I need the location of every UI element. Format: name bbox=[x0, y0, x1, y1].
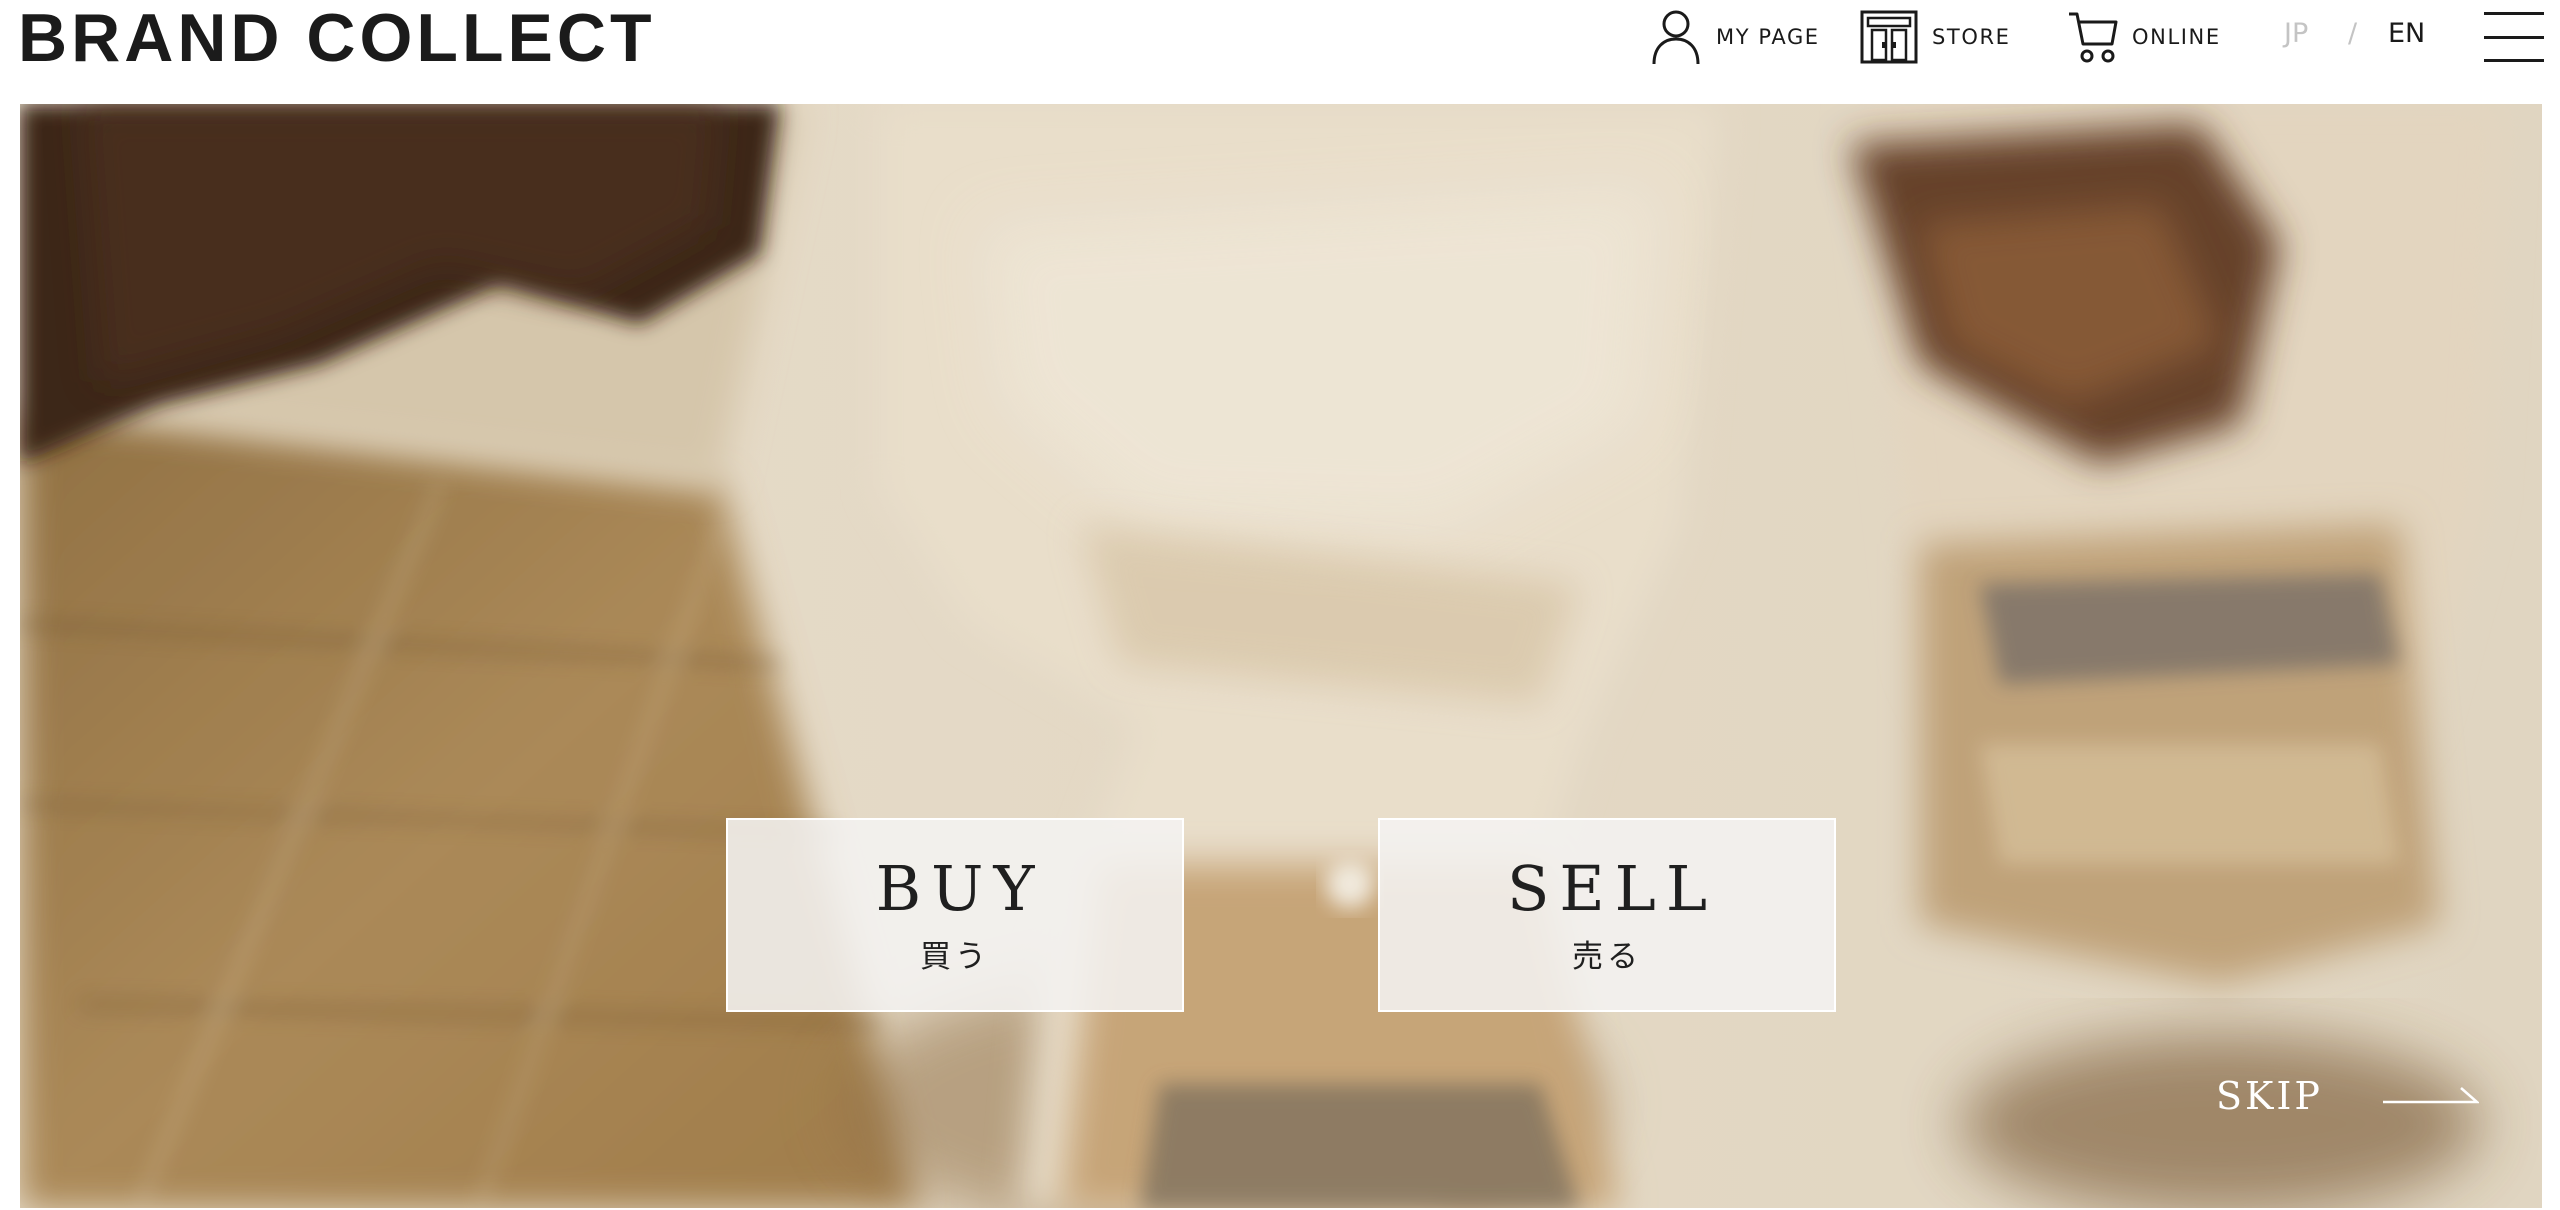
skip-button[interactable]: SKIP bbox=[2216, 1066, 2481, 1126]
user-icon bbox=[1650, 9, 1702, 65]
lang-en[interactable]: EN bbox=[2388, 20, 2425, 47]
nav-online[interactable]: ONLINE bbox=[2068, 6, 2221, 68]
hero-background-image bbox=[20, 104, 2542, 1210]
hero-video: BUY 買う SELL 売る SKIP bbox=[20, 104, 2542, 1210]
nav-store-label: STORE bbox=[1932, 25, 2011, 49]
buy-button-label: BUY bbox=[875, 851, 1045, 925]
lang-jp[interactable]: JP bbox=[2284, 20, 2308, 47]
sell-button[interactable]: SELL 売る bbox=[1378, 818, 1836, 1012]
nav-store[interactable]: STORE bbox=[1860, 6, 2011, 68]
brand-logo[interactable]: BRAND COLLECT bbox=[18, 4, 656, 72]
buy-button-sublabel: 買う bbox=[920, 938, 990, 975]
skip-label: SKIP bbox=[2216, 1074, 2323, 1118]
sell-button-sublabel: 売る bbox=[1572, 938, 1642, 975]
nav-my-page[interactable]: MY PAGE bbox=[1650, 6, 1820, 68]
hamburger-menu-icon[interactable] bbox=[2484, 12, 2544, 62]
arrow-right-icon bbox=[2383, 1082, 2481, 1110]
nav-online-label: ONLINE bbox=[2132, 25, 2221, 49]
nav-my-page-label: MY PAGE bbox=[1716, 25, 1820, 49]
cart-icon bbox=[2068, 10, 2118, 64]
lang-separator: / bbox=[2348, 18, 2358, 49]
buy-button[interactable]: BUY 買う bbox=[726, 818, 1184, 1012]
store-icon bbox=[1860, 10, 1918, 64]
sell-button-label: SELL bbox=[1506, 851, 1718, 925]
site-header: BRAND COLLECT MY PAGE STORE ONLINE JP / … bbox=[0, 0, 2560, 104]
